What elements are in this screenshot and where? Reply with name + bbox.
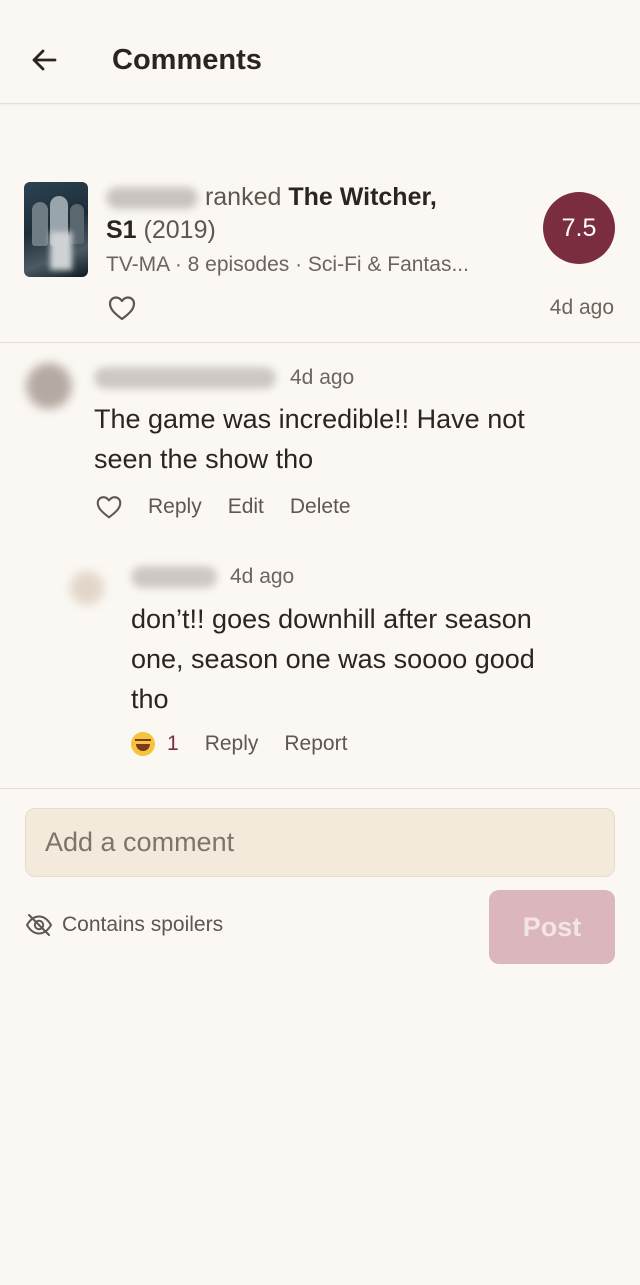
eye-off-icon (25, 914, 53, 936)
reply-comment-item: 4d ago don’t!! goes downhill after seaso… (0, 543, 640, 773)
ranking-post: ranked The Witcher, S1 (2019) TV-MA · 8 … (0, 104, 640, 343)
comment-timestamp: 4d ago (290, 366, 355, 389)
comment-text-line: one, season one was soooo good (131, 644, 535, 674)
reaction-count: 1 (167, 732, 179, 755)
comment-input[interactable] (25, 808, 615, 877)
blurred-username[interactable] (106, 187, 198, 210)
post-headline: ranked The Witcher, (106, 183, 437, 212)
divider (0, 788, 640, 789)
post-timestamp: 4d ago (549, 296, 614, 319)
spoiler-label: Contains spoilers (62, 913, 224, 936)
avatar[interactable] (26, 363, 72, 409)
comment-text-line: tho (131, 684, 169, 714)
show-title[interactable]: The Witcher, (288, 183, 436, 211)
comment-text-line: seen the show tho (94, 444, 314, 474)
delete-button[interactable]: Delete (290, 495, 351, 519)
comment-actions: 1 Reply Report (131, 732, 373, 756)
laughing-emoji-icon (131, 732, 155, 756)
post-headline-cont: S1 (2019) (106, 216, 216, 245)
heart-icon[interactable] (94, 492, 124, 522)
blurred-username[interactable] (131, 566, 217, 588)
show-year: (2019) (143, 216, 216, 244)
comment-text: The game was incredible!! Have not seen … (94, 399, 525, 479)
comment-timestamp: 4d ago (230, 565, 295, 588)
show-poster[interactable] (24, 182, 88, 277)
arrow-left-icon (32, 49, 57, 71)
heart-icon[interactable] (106, 292, 138, 324)
avatar[interactable] (70, 571, 104, 605)
page-title: Comments (112, 44, 262, 76)
comment-item: 4d ago The game was incredible!! Have no… (0, 343, 640, 543)
show-meta: TV-MA · 8 episodes · Sci-Fi & Fantas... (106, 253, 469, 276)
comment-text-line: The game was incredible!! Have not (94, 404, 525, 434)
comment-text-line: don’t!! goes downhill after season (131, 604, 532, 634)
reply-button[interactable]: Reply (148, 495, 202, 519)
back-button[interactable] (24, 40, 64, 80)
edit-button[interactable]: Edit (228, 495, 264, 519)
reaction-button[interactable]: 1 (131, 732, 179, 756)
blurred-username[interactable] (94, 367, 276, 389)
report-button[interactable]: Report (284, 732, 347, 756)
spoiler-toggle[interactable]: Contains spoilers (24, 910, 223, 940)
comment-text: don’t!! goes downhill after season one, … (131, 599, 535, 719)
score-badge: 7.5 (543, 192, 615, 264)
reply-button[interactable]: Reply (205, 732, 259, 756)
comment-actions: Reply Edit Delete (94, 492, 377, 522)
post-button[interactable]: Post (489, 890, 615, 964)
top-app-bar: Comments (0, 0, 640, 104)
show-season[interactable]: S1 (106, 216, 137, 244)
post-action: ranked (204, 183, 282, 211)
